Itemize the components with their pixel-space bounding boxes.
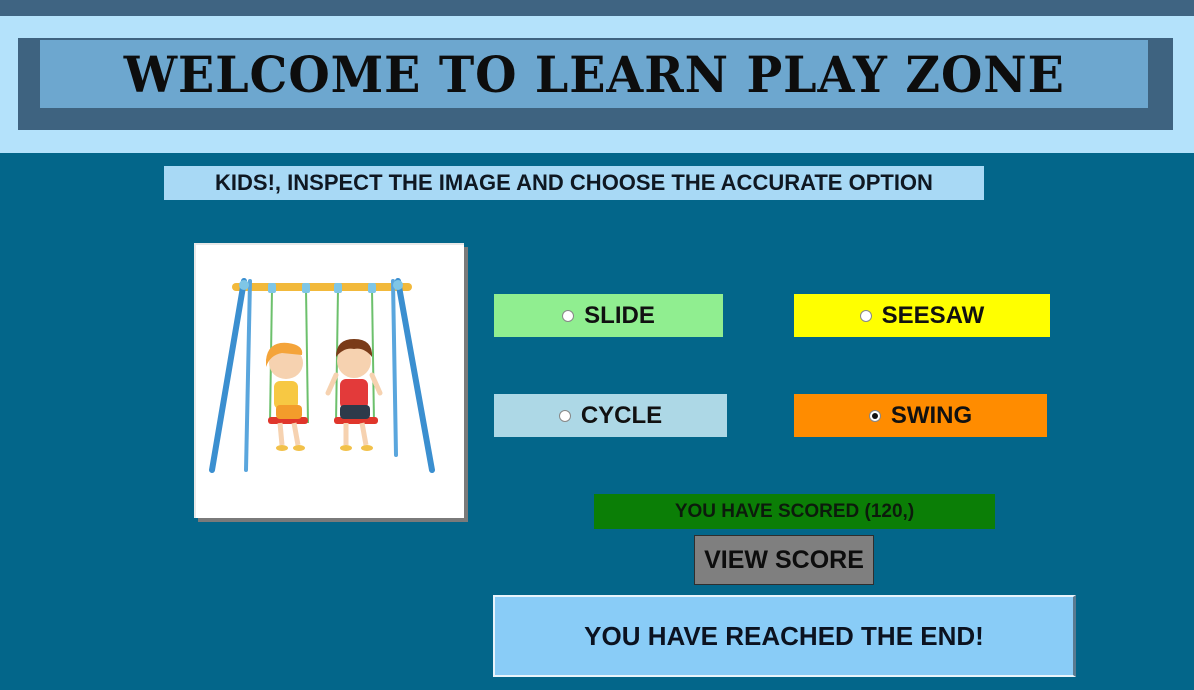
radio-swing[interactable]: [868, 409, 881, 422]
option-seesaw-label: SEESAW: [881, 301, 985, 329]
option-cycle[interactable]: CYCLE: [494, 394, 727, 437]
view-score-button[interactable]: VIEW SCORE: [694, 535, 874, 585]
option-swing[interactable]: SWING: [794, 394, 1047, 437]
option-cycle-label: CYCLE: [580, 401, 663, 429]
kids-on-swing-illustration: [209, 278, 435, 473]
radio-cycle[interactable]: [558, 409, 571, 422]
instruction-label: KIDS!, INSPECT THE IMAGE AND CHOOSE THE …: [164, 166, 984, 200]
title-banner: WELCOME TO LEARN PLAY ZONE: [40, 40, 1148, 108]
option-swing-label: SWING: [890, 401, 973, 429]
question-picture: [194, 243, 464, 518]
option-slide-label: SLIDE: [584, 301, 655, 329]
option-slide[interactable]: SLIDE: [494, 294, 723, 337]
page-title: WELCOME TO LEARN PLAY ZONE: [123, 44, 1065, 104]
option-seesaw[interactable]: SEESAW: [794, 294, 1050, 337]
radio-slide[interactable]: [562, 309, 575, 322]
header-frame: WELCOME TO LEARN PLAY ZONE: [0, 0, 1194, 153]
end-message: YOU HAVE REACHED THE END!: [493, 595, 1076, 677]
score-display: YOU HAVE SCORED (120,): [594, 494, 995, 529]
radio-seesaw[interactable]: [859, 309, 872, 322]
